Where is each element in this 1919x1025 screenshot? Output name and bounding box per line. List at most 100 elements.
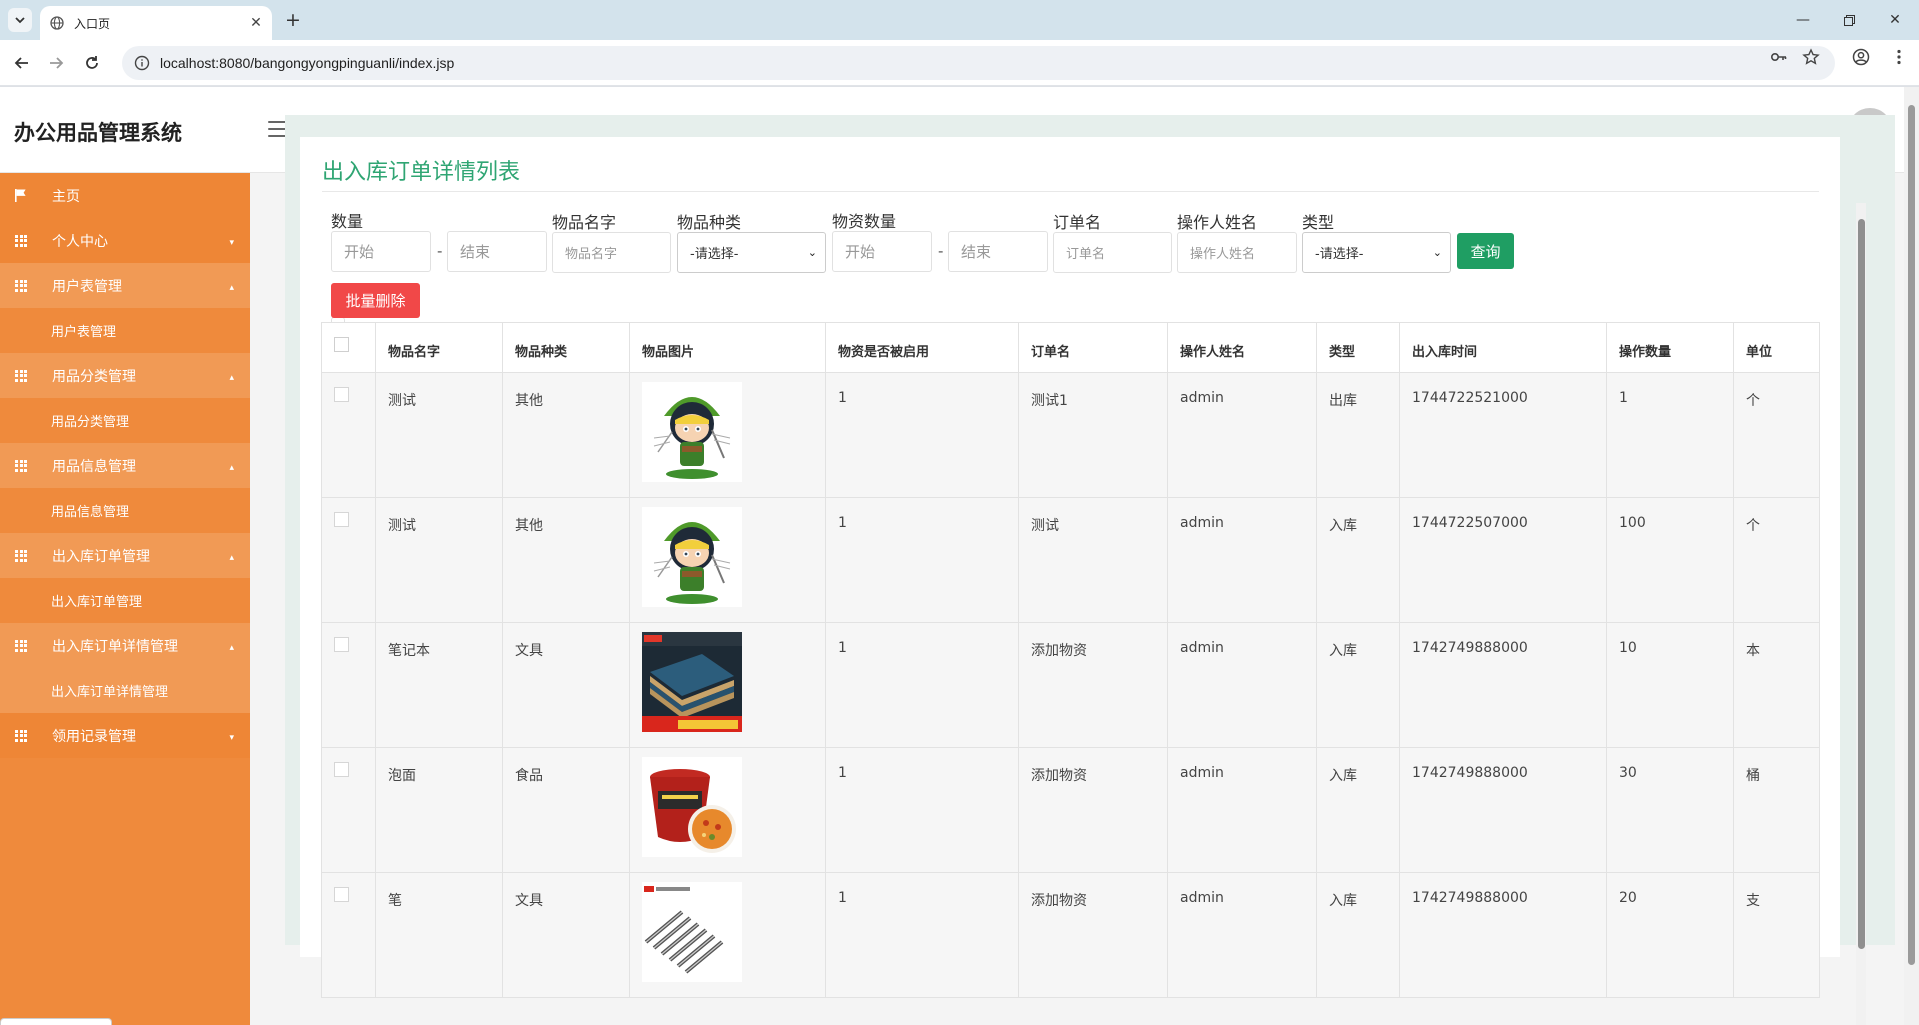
- bookmark-star-icon[interactable]: [1802, 48, 1820, 66]
- qty-start-input[interactable]: 开始: [331, 231, 431, 272]
- minimize-button[interactable]: —: [1780, 0, 1826, 40]
- select-all-checkbox[interactable]: [334, 337, 349, 352]
- close-window-button[interactable]: ✕: [1872, 0, 1918, 40]
- content-scrollbar[interactable]: [1856, 203, 1866, 1025]
- range-dash: -: [938, 242, 944, 260]
- row-checkbox[interactable]: [334, 512, 349, 527]
- table-row[interactable]: 笔 文具 1 添加物资 admin 入库 1742749888000 20 支: [321, 872, 1820, 998]
- sidebar-subitem-orders[interactable]: 出入库订单管理: [0, 578, 250, 623]
- browser-tab[interactable]: 入口页 ✕: [40, 6, 272, 40]
- page-title: 出入库订单详情列表: [322, 160, 521, 185]
- name-input[interactable]: 物品名字: [552, 232, 671, 273]
- row-select-cell: [321, 622, 376, 748]
- row-checkbox[interactable]: [334, 762, 349, 777]
- column-header[interactable]: 物资是否被启用: [825, 322, 1019, 373]
- query-button[interactable]: 查询: [1457, 233, 1514, 269]
- cell-category: 其他: [502, 497, 630, 623]
- column-header[interactable]: 物品种类: [502, 322, 630, 373]
- cell-image: [629, 622, 826, 748]
- profile-icon[interactable]: [1852, 48, 1870, 66]
- row-checkbox[interactable]: [334, 887, 349, 902]
- sidebar-item-order-details[interactable]: 出入库订单详情管理 ▴: [0, 623, 250, 668]
- column-header[interactable]: 操作人姓名: [1167, 322, 1317, 373]
- column-header[interactable]: 类型: [1316, 322, 1400, 373]
- page-scrollbar-thumb[interactable]: [1908, 105, 1915, 965]
- instant-noodles-image[interactable]: [642, 757, 742, 857]
- row-checkbox[interactable]: [334, 387, 349, 402]
- sidebar-item-orders[interactable]: 出入库订单管理 ▴: [0, 533, 250, 578]
- cartoon-elf-image[interactable]: [642, 507, 742, 607]
- cell-enabled: 1: [825, 872, 1019, 998]
- column-header[interactable]: 物品图片: [629, 322, 826, 373]
- cell-qty: 1: [1606, 372, 1734, 498]
- status-bubble: [0, 1018, 112, 1025]
- password-key-icon[interactable]: [1770, 48, 1788, 66]
- pens-image[interactable]: [642, 882, 742, 982]
- operator-input[interactable]: 操作人姓名: [1177, 232, 1297, 273]
- category-select-value: -请选择-: [690, 247, 739, 262]
- sidebar-item-label: 用品信息管理: [52, 458, 136, 475]
- table-row[interactable]: 笔记本 文具 1 添加物资 admin 入库 1742749888000 10 …: [321, 622, 1820, 748]
- caret-up-icon: ▴: [229, 373, 234, 383]
- qty-end-input[interactable]: 结束: [447, 231, 547, 272]
- cell-qty: 20: [1606, 872, 1734, 998]
- cell-image: [629, 497, 826, 623]
- column-header[interactable]: 单位: [1733, 322, 1820, 373]
- stock-start-input[interactable]: 开始: [832, 231, 932, 272]
- forward-button[interactable]: [44, 51, 68, 75]
- content-scrollbar-thumb[interactable]: [1858, 219, 1865, 949]
- chevron-down-icon: ⌄: [1432, 246, 1442, 259]
- cell-order: 添加物资: [1018, 747, 1168, 873]
- order-input[interactable]: 订单名: [1053, 232, 1172, 273]
- restore-button[interactable]: [1826, 0, 1872, 40]
- sidebar-subitem-supplies[interactable]: 用品信息管理: [0, 488, 250, 533]
- sidebar-item-label: 用户表管理: [52, 278, 122, 295]
- cell-category: 其他: [502, 372, 630, 498]
- sidebar-item-categories[interactable]: 用品分类管理 ▴: [0, 353, 250, 398]
- cell-time: 1742749888000: [1399, 622, 1607, 748]
- sidebar-item-users[interactable]: 用户表管理 ▴: [0, 263, 250, 308]
- table-row[interactable]: 测试 其他: [321, 497, 1820, 623]
- table-row[interactable]: 测试 其他: [321, 372, 1820, 498]
- column-header[interactable]: 物品名字: [375, 322, 503, 373]
- sidebar-item-home[interactable]: 主页: [0, 173, 250, 218]
- stock-end-input[interactable]: 结束: [948, 231, 1048, 272]
- sidebar-item-profile[interactable]: 个人中心 ▾: [0, 218, 250, 263]
- category-label: 物品种类: [677, 213, 742, 232]
- column-header[interactable]: 订单名: [1018, 322, 1168, 373]
- caret-up-icon: ▴: [229, 643, 234, 653]
- column-header[interactable]: 操作数量: [1606, 322, 1734, 373]
- sidebar-subitem-order-details[interactable]: 出入库订单详情管理: [0, 668, 250, 713]
- sidebar-item-borrow-records[interactable]: 领用记录管理 ▾: [0, 713, 250, 758]
- cell-time: 1744722521000: [1399, 372, 1607, 498]
- site-info-icon[interactable]: [134, 55, 150, 71]
- reload-button[interactable]: [80, 51, 104, 75]
- cell-time: 1742749888000: [1399, 747, 1607, 873]
- category-select[interactable]: -请选择- ⌄: [677, 232, 826, 273]
- batch-delete-button[interactable]: 批量删除: [331, 283, 420, 318]
- back-button[interactable]: [10, 51, 34, 75]
- cell-unit: 个: [1733, 497, 1820, 623]
- notebook-image[interactable]: [642, 632, 742, 732]
- cell-order: 测试: [1018, 497, 1168, 623]
- cell-image: [629, 372, 826, 498]
- type-select[interactable]: -请选择- ⌄: [1302, 232, 1451, 273]
- grid-icon: [14, 234, 28, 248]
- close-tab-icon[interactable]: ✕: [248, 15, 264, 31]
- row-select-cell: [321, 747, 376, 873]
- sidebar-item-supplies[interactable]: 用品信息管理 ▴: [0, 443, 250, 488]
- cell-category: 文具: [502, 872, 630, 998]
- column-header[interactable]: 出入库时间: [1399, 322, 1607, 373]
- sidebar-item-label: 用品分类管理: [52, 368, 136, 385]
- cartoon-elf-image[interactable]: [642, 382, 742, 482]
- row-checkbox[interactable]: [334, 637, 349, 652]
- address-bar[interactable]: localhost:8080/bangongyongpinguanli/inde…: [122, 46, 1835, 80]
- caret-up-icon: ▴: [229, 463, 234, 473]
- sidebar-subitem-users[interactable]: 用户表管理: [0, 308, 250, 353]
- menu-dots-icon[interactable]: [1890, 48, 1908, 66]
- table-row[interactable]: 泡面 食品 1 添加物资 admin 入库 1742749888000 30 桶: [321, 747, 1820, 873]
- page-scrollbar[interactable]: [1904, 87, 1919, 1025]
- sidebar-subitem-categories[interactable]: 用品分类管理: [0, 398, 250, 443]
- new-tab-button[interactable]: +: [282, 9, 304, 31]
- tab-search-button[interactable]: [8, 8, 32, 32]
